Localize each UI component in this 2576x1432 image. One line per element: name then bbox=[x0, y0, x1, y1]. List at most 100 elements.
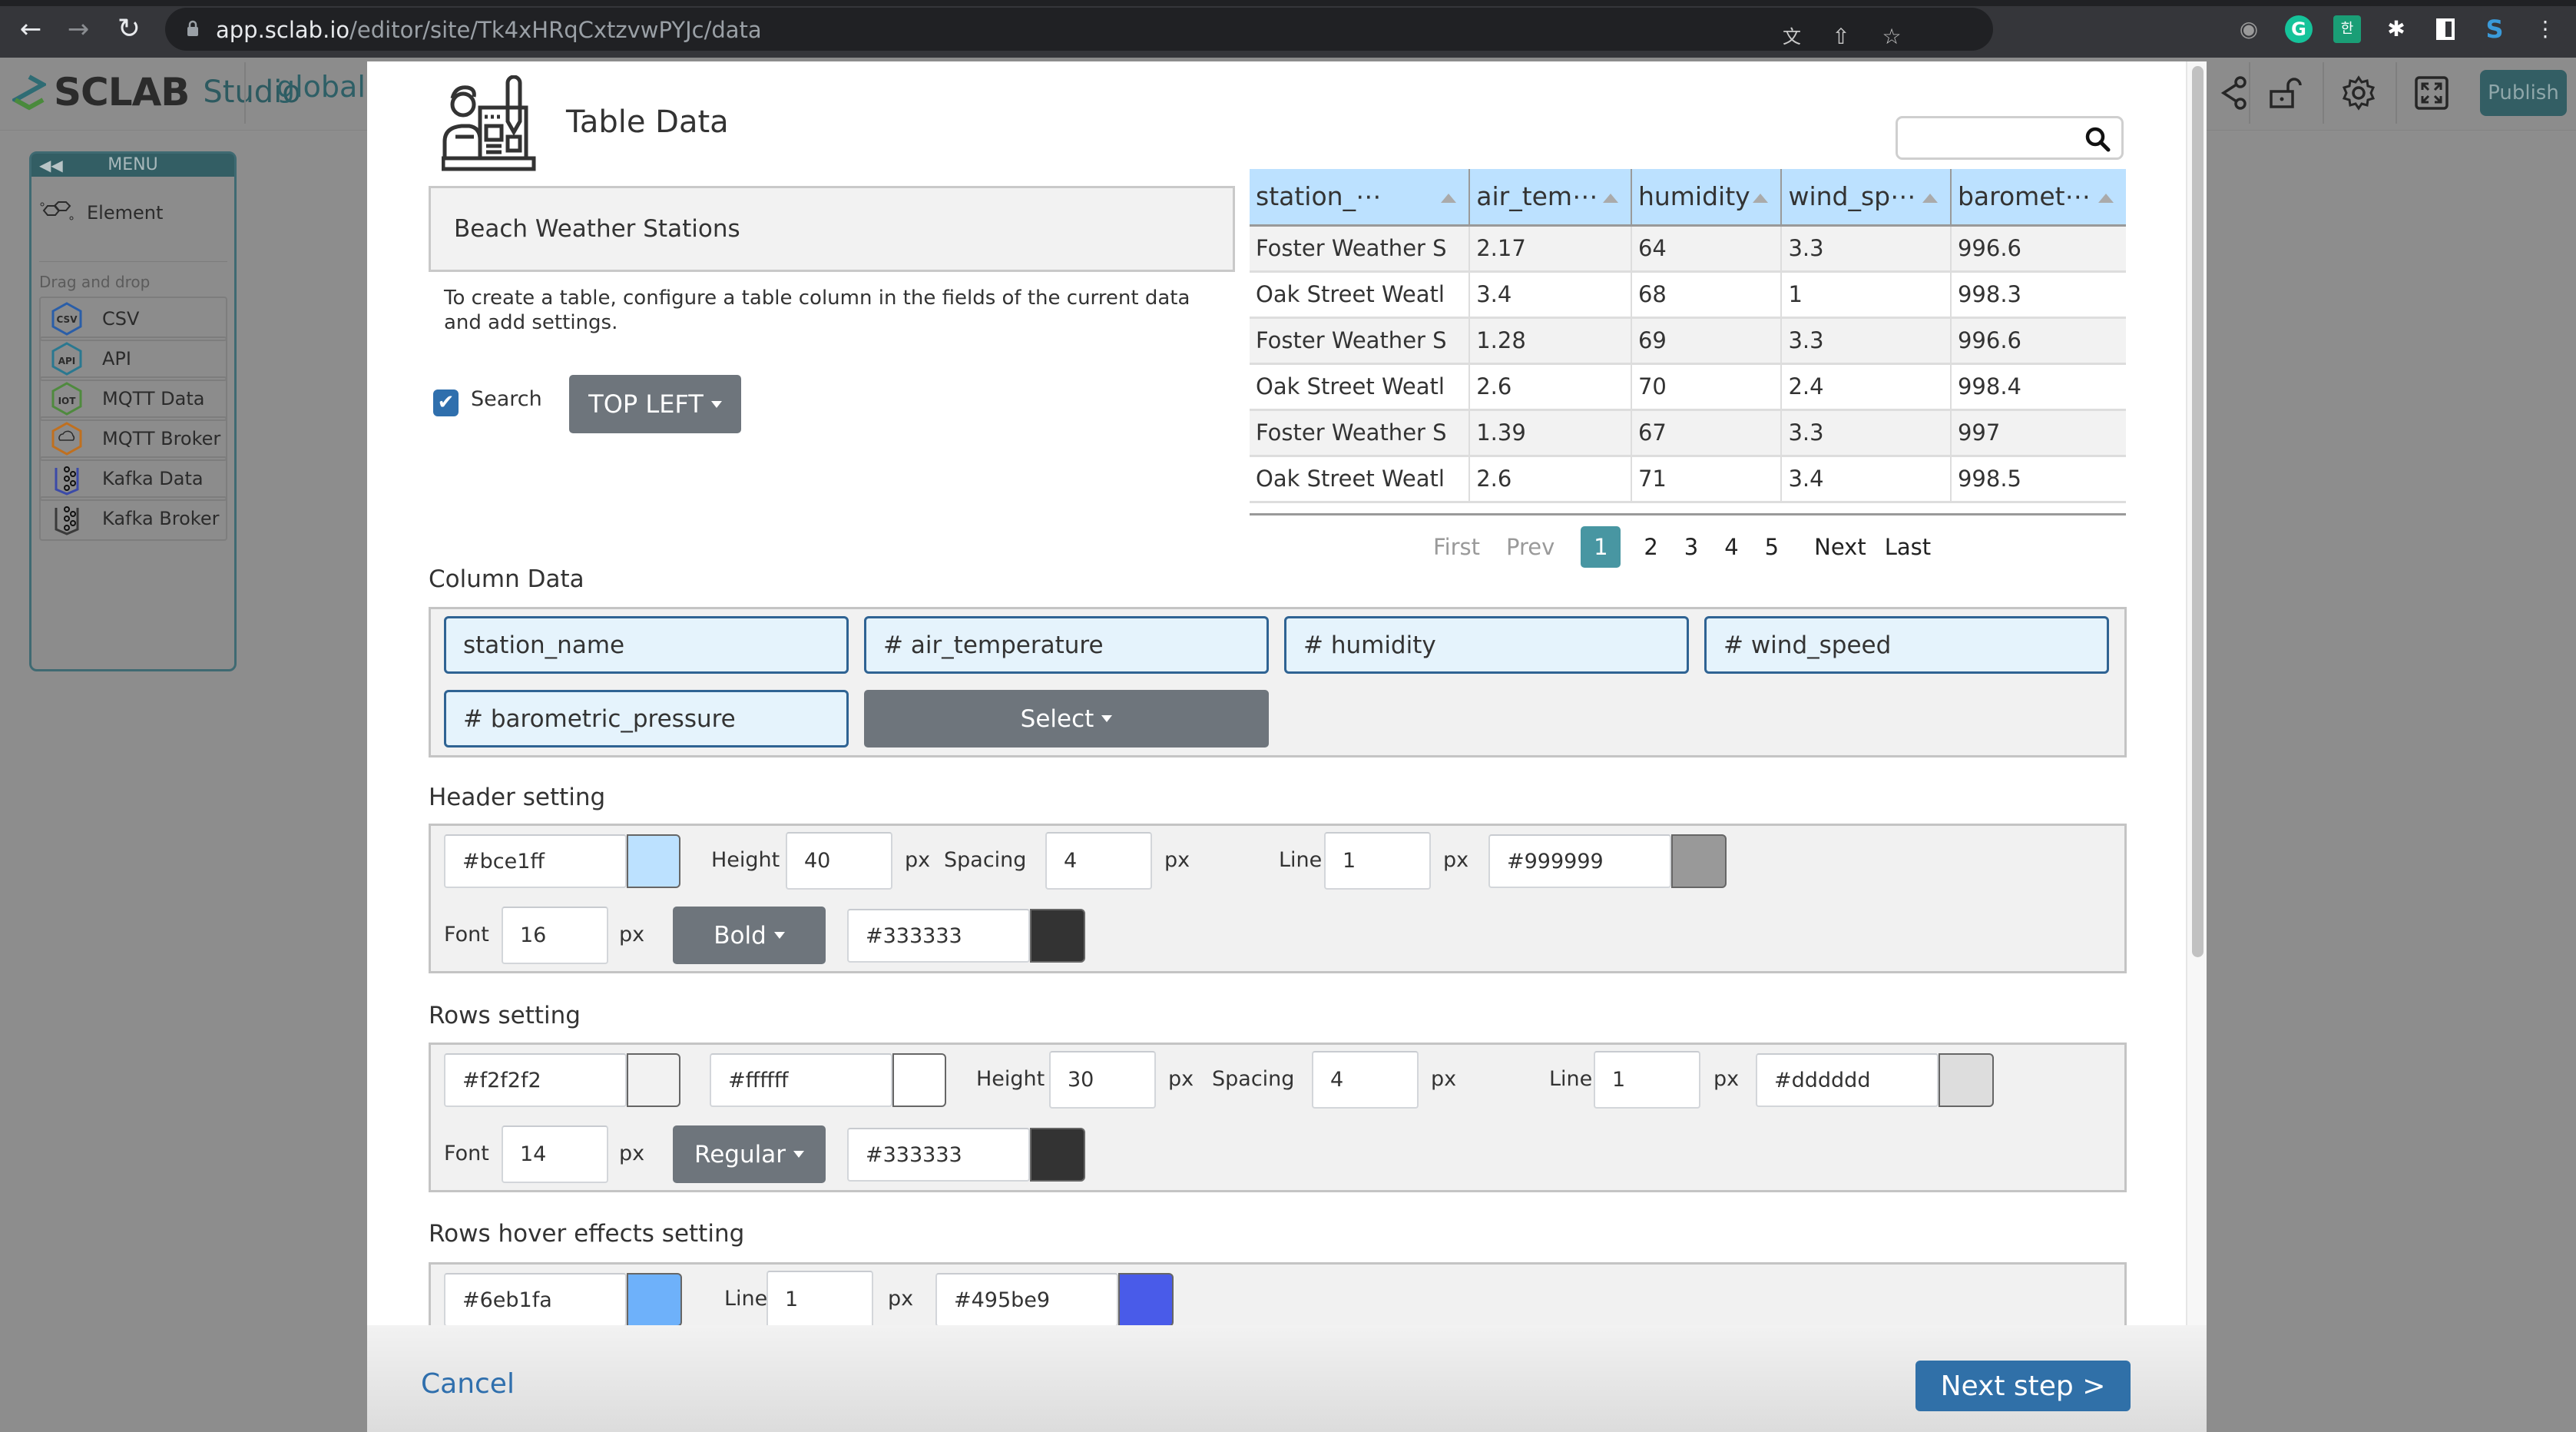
page-4[interactable]: 4 bbox=[1724, 534, 1738, 560]
sidepanel-icon[interactable] bbox=[2432, 15, 2459, 43]
header-font-color-swatch[interactable] bbox=[1030, 909, 1085, 963]
page-first[interactable]: First bbox=[1433, 534, 1480, 560]
share-icon[interactable]: ⇧ bbox=[1827, 23, 1855, 51]
search-checkbox[interactable]: ✔ bbox=[433, 389, 459, 416]
site-name[interactable]: globalc bbox=[276, 70, 382, 104]
sidebar-item-mqtt-broker[interactable]: MQTT Broker bbox=[39, 416, 227, 461]
sidebar-item-kafka-broker[interactable]: Kafka Broker bbox=[39, 496, 227, 541]
rows-even-color-input[interactable]: #ffffff bbox=[710, 1053, 892, 1107]
dialog-scrollbar[interactable] bbox=[2186, 61, 2207, 1325]
rows-even-color-swatch[interactable] bbox=[892, 1053, 946, 1107]
search-position-dropdown[interactable]: TOP LEFT bbox=[569, 375, 741, 433]
header-font-color-input[interactable]: #333333 bbox=[847, 909, 1030, 963]
rows-line-color-input[interactable]: #dddddd bbox=[1756, 1053, 1939, 1107]
fullscreen-button[interactable] bbox=[2396, 62, 2466, 124]
page-next[interactable]: Next bbox=[1814, 534, 1866, 560]
hover-line-input[interactable]: 1 bbox=[767, 1271, 873, 1328]
chatgpt-korean-extension-icon[interactable]: 한 bbox=[2333, 15, 2361, 43]
sort-asc-icon[interactable] bbox=[1602, 194, 1618, 203]
forward-icon[interactable]: → bbox=[63, 14, 94, 45]
rows-font-color-swatch[interactable] bbox=[1030, 1128, 1085, 1182]
page-2[interactable]: 2 bbox=[1644, 534, 1657, 560]
column-header[interactable]: station_⋯ bbox=[1250, 169, 1470, 227]
rows-odd-color-swatch[interactable] bbox=[627, 1053, 680, 1107]
column-field-wind-speed[interactable]: # wind_speed bbox=[1704, 616, 2109, 674]
table-search-input[interactable] bbox=[1896, 116, 2124, 160]
page-last[interactable]: Last bbox=[1885, 534, 1931, 560]
rows-line-color-swatch[interactable] bbox=[1939, 1053, 1994, 1107]
camera-extension-icon[interactable]: ◉ bbox=[2235, 15, 2263, 43]
header-bg-color-input[interactable]: #bce1ff bbox=[444, 834, 627, 888]
column-header[interactable]: humidity bbox=[1630, 169, 1782, 227]
table-row[interactable]: Oak Street Weatl 2.6 70 2.4 998.4 bbox=[1250, 363, 2126, 411]
page-5[interactable]: 5 bbox=[1765, 534, 1779, 560]
bookmark-star-icon[interactable]: ☆ bbox=[1878, 23, 1906, 51]
header-spacing-input[interactable]: 4 bbox=[1045, 832, 1152, 890]
grammarly-extension-icon[interactable]: G bbox=[2285, 15, 2313, 43]
collapse-menu-icon[interactable]: ◀◀ bbox=[39, 154, 63, 177]
more-menu-icon[interactable]: ⋮ bbox=[2531, 15, 2559, 43]
sclab-logo[interactable]: SCLAB Studio bbox=[12, 65, 301, 119]
header-height-input[interactable]: 40 bbox=[786, 832, 892, 890]
table-cell: 1 bbox=[1780, 271, 1951, 319]
sidebar-item-mqtt-data[interactable]: IOT MQTT Data bbox=[39, 376, 227, 421]
rows-font-size-input[interactable]: 14 bbox=[502, 1125, 608, 1183]
sidebar-item-api[interactable]: API API bbox=[39, 336, 227, 381]
rows-odd-color-input[interactable]: #f2f2f2 bbox=[444, 1053, 627, 1107]
column-field-station-name[interactable]: station_name bbox=[444, 616, 849, 674]
next-step-button[interactable]: Next step > bbox=[1915, 1361, 2131, 1411]
menu-title: MENU bbox=[108, 155, 158, 174]
column-field-air-temperature[interactable]: # air_temperature bbox=[864, 616, 1269, 674]
header-font-weight-dropdown[interactable]: Bold bbox=[673, 907, 826, 964]
sort-asc-icon[interactable] bbox=[1922, 194, 1938, 203]
rows-height-label: Height bbox=[976, 1067, 1045, 1091]
hover-bg-color-swatch[interactable] bbox=[627, 1273, 682, 1327]
sidebar-item-kafka-data[interactable]: Kafka Data bbox=[39, 456, 227, 501]
hover-line-color-swatch[interactable] bbox=[1118, 1273, 1174, 1327]
back-icon[interactable]: ← bbox=[15, 14, 46, 45]
sort-asc-icon[interactable] bbox=[1753, 194, 1769, 203]
sidebar-item-csv[interactable]: CSV CSV bbox=[39, 297, 227, 341]
header-line-color-swatch[interactable] bbox=[1671, 834, 1727, 888]
page-prev[interactable]: Prev bbox=[1506, 534, 1555, 560]
table-row[interactable]: Foster Weather S 1.28 69 3.3 996.6 bbox=[1250, 317, 2126, 365]
page-3[interactable]: 3 bbox=[1684, 534, 1698, 560]
column-header[interactable]: wind_sp⋯ bbox=[1780, 169, 1951, 227]
column-field-barometric-pressure[interactable]: # barometric_pressure bbox=[444, 690, 849, 747]
publish-button[interactable]: Publish bbox=[2480, 70, 2567, 116]
address-bar[interactable]: app.sclab.io/editor/site/Tk4xHRqCxtzvwPY… bbox=[165, 8, 1993, 51]
rows-font-weight-dropdown[interactable]: Regular bbox=[673, 1125, 826, 1183]
rows-font-color-input[interactable]: #333333 bbox=[847, 1128, 1030, 1182]
sort-asc-icon[interactable] bbox=[1441, 194, 1457, 203]
select-column-dropdown[interactable]: Select bbox=[864, 690, 1269, 747]
table-row[interactable]: Foster Weather S 2.17 64 3.3 996.6 bbox=[1250, 225, 2126, 273]
page-1[interactable]: 1 bbox=[1581, 526, 1621, 568]
reload-icon[interactable]: ↻ bbox=[114, 14, 144, 45]
sort-asc-icon[interactable] bbox=[2098, 194, 2114, 203]
table-row[interactable]: Oak Street Weatl 2.6 71 3.4 998.5 bbox=[1250, 456, 2126, 503]
extensions-puzzle-icon[interactable]: ✱ bbox=[2382, 15, 2410, 43]
table-row[interactable]: Foster Weather S 1.39 67 3.3 997 bbox=[1250, 409, 2126, 457]
column-header[interactable]: baromet⋯ bbox=[1949, 169, 2126, 227]
rows-height-input[interactable]: 30 bbox=[1049, 1051, 1156, 1109]
header-font-size-input[interactable]: 16 bbox=[502, 907, 608, 964]
sclab-extension-icon[interactable]: S bbox=[2481, 15, 2508, 43]
translate-icon[interactable]: 文 bbox=[1778, 23, 1806, 51]
header-setting-panel: #bce1ff Height 40 px Spacing 4 px Line 1… bbox=[429, 824, 2127, 973]
table-row[interactable]: Oak Street Weatl 3.4 68 1 998.3 bbox=[1250, 271, 2126, 319]
lock-button[interactable] bbox=[2249, 62, 2319, 124]
header-bg-color-swatch[interactable] bbox=[627, 834, 680, 888]
rows-line-input[interactable]: 1 bbox=[1594, 1051, 1700, 1109]
hover-bg-color-input[interactable]: #6eb1fa bbox=[444, 1273, 627, 1327]
sidebar-item-element[interactable]: Element bbox=[39, 201, 163, 224]
header-line-input[interactable]: 1 bbox=[1324, 832, 1431, 890]
column-header[interactable]: air_tem⋯ bbox=[1468, 169, 1631, 227]
rows-spacing-input[interactable]: 4 bbox=[1312, 1051, 1419, 1109]
header-line-color-input[interactable]: #999999 bbox=[1488, 834, 1671, 888]
hover-line-color-input[interactable]: #495be9 bbox=[935, 1273, 1118, 1327]
column-field-humidity[interactable]: # humidity bbox=[1284, 616, 1689, 674]
cancel-button[interactable]: Cancel bbox=[421, 1368, 515, 1400]
chevron-down-icon bbox=[793, 1151, 804, 1158]
scrollbar-thumb[interactable] bbox=[2192, 66, 2204, 957]
settings-button[interactable] bbox=[2323, 62, 2393, 124]
